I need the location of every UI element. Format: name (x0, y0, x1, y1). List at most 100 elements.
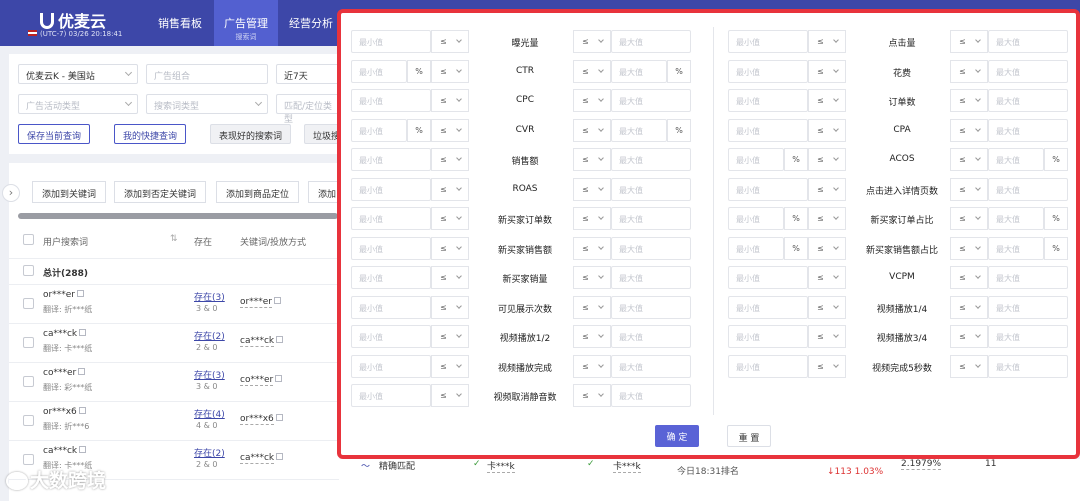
external-link-icon[interactable] (273, 297, 281, 304)
max-value-input[interactable]: 最大值 (988, 89, 1068, 112)
add-to-product-targeting-button[interactable]: 添加到商品定位 (216, 181, 300, 203)
max-value-input[interactable]: 最大值 (611, 354, 691, 378)
min-value-input[interactable]: 最小值 (351, 207, 431, 230)
nav-ad-management[interactable]: 广告管理 搜索词 (214, 0, 278, 46)
sort-icon[interactable]: ⇅ (170, 234, 178, 244)
external-link-icon[interactable] (276, 336, 284, 343)
max-value-input[interactable]: 最大值 (611, 236, 691, 260)
operator-select[interactable]: ≤ (573, 118, 611, 142)
search-term-cell[interactable]: co***er (43, 368, 86, 378)
min-value-input[interactable]: 最小值 (728, 118, 808, 142)
max-value-input[interactable]: 最大值 (611, 325, 691, 348)
min-value-input[interactable]: 最小值 (351, 59, 407, 83)
operator-select[interactable]: ≤ (950, 148, 988, 171)
operator-select[interactable]: ≤ (808, 236, 846, 260)
operator-select[interactable]: ≤ (431, 384, 469, 407)
operator-select[interactable]: ≤ (431, 295, 469, 319)
operator-select[interactable]: ≤ (808, 30, 846, 53)
match-type-select[interactable]: 匹配/定位类型 (276, 94, 346, 125)
min-value-input[interactable]: 最小值 (351, 89, 431, 112)
operator-select[interactable]: ≤ (573, 266, 611, 289)
exists-link[interactable]: 存在(2) (194, 446, 225, 459)
operator-select[interactable]: ≤ (573, 295, 611, 319)
operator-select[interactable]: ≤ (431, 266, 469, 289)
operator-select[interactable]: ≤ (808, 207, 846, 230)
trend-icon[interactable]: 〜 (361, 459, 370, 472)
max-value-input[interactable]: 最大值 (988, 30, 1068, 53)
min-value-input[interactable]: 最小值 (351, 325, 431, 348)
operator-select[interactable]: ≤ (573, 236, 611, 260)
operator-select[interactable]: ≤ (808, 59, 846, 83)
operator-select[interactable]: ≤ (431, 118, 469, 142)
operator-select[interactable]: ≤ (950, 30, 988, 53)
operator-select[interactable]: ≤ (573, 354, 611, 378)
operator-select[interactable]: ≤ (573, 325, 611, 348)
search-term-cell[interactable]: ca***ck (43, 446, 87, 456)
max-value-input[interactable]: 最大值 (988, 295, 1068, 319)
min-value-input[interactable]: 最小值 (351, 148, 431, 171)
max-value-input[interactable]: 最大值 (611, 59, 667, 83)
min-value-input[interactable]: 最小值 (728, 148, 784, 171)
operator-select[interactable]: ≤ (573, 59, 611, 83)
operator-select[interactable]: ≤ (431, 325, 469, 348)
max-value-input[interactable]: 最大值 (611, 384, 691, 407)
max-value-input[interactable]: 最大值 (988, 325, 1068, 348)
external-link-icon[interactable] (275, 375, 283, 382)
chevron-right-icon[interactable]: › (2, 184, 20, 202)
operator-select[interactable]: ≤ (950, 118, 988, 142)
external-link-icon[interactable] (78, 407, 86, 414)
max-value-input[interactable]: 最大值 (988, 236, 1044, 260)
min-value-input[interactable]: 最小值 (728, 207, 784, 230)
max-value-input[interactable]: 最大值 (611, 118, 667, 142)
operator-select[interactable]: ≤ (808, 325, 846, 348)
operator-select[interactable]: ≤ (808, 177, 846, 201)
select-all-checkbox[interactable] (23, 234, 34, 245)
min-value-input[interactable]: 最小值 (351, 118, 407, 142)
external-link-icon[interactable] (78, 368, 86, 375)
keyword-cell[interactable]: or***x6 (240, 414, 283, 425)
min-value-input[interactable]: 最小值 (728, 59, 808, 83)
operator-select[interactable]: ≤ (431, 89, 469, 112)
rank-cell[interactable]: 今日18:31排名 (677, 464, 739, 477)
operator-select[interactable]: ≤ (573, 148, 611, 171)
max-value-input[interactable]: 最大值 (988, 354, 1068, 378)
app-logo[interactable]: 优麦云 (40, 8, 106, 32)
exists-link[interactable]: 存在(3) (194, 290, 225, 303)
min-value-input[interactable]: 最小值 (728, 295, 808, 319)
operator-select[interactable]: ≤ (950, 207, 988, 230)
min-value-input[interactable]: 最小值 (351, 266, 431, 289)
max-value-input[interactable]: 最大值 (611, 295, 691, 319)
min-value-input[interactable]: 最小值 (728, 89, 808, 112)
add-to-negative-keyword-button[interactable]: 添加到否定关键词 (114, 181, 207, 203)
min-value-input[interactable]: 最小值 (728, 325, 808, 348)
operator-select[interactable]: ≤ (573, 177, 611, 201)
keyword-cell[interactable]: 卡***k (613, 459, 641, 473)
keyword-cell[interactable]: ca***ck (240, 453, 284, 464)
date-range-select[interactable]: 近7天 (276, 64, 346, 84)
min-value-input[interactable]: 最小值 (728, 266, 808, 289)
row-checkbox[interactable] (23, 415, 34, 426)
max-value-input[interactable]: 最大值 (988, 118, 1068, 142)
search-term-cell[interactable]: or***x6 (43, 407, 86, 417)
min-value-input[interactable]: 最小值 (351, 354, 431, 378)
keyword-cell[interactable]: 卡***k (487, 459, 515, 473)
operator-select[interactable]: ≤ (431, 59, 469, 83)
add-to-keyword-button[interactable]: 添加到关键词 (32, 181, 107, 203)
operator-select[interactable]: ≤ (573, 89, 611, 112)
ad-group-select[interactable]: 广告组合 (146, 64, 268, 84)
campaign-type-select[interactable]: 广告活动类型 (18, 94, 138, 114)
operator-select[interactable]: ≤ (808, 354, 846, 378)
operator-select[interactable]: ≤ (950, 236, 988, 260)
operator-select[interactable]: ≤ (808, 148, 846, 171)
operator-select[interactable]: ≤ (431, 236, 469, 260)
exists-link[interactable]: 存在(3) (194, 368, 225, 381)
min-value-input[interactable]: 最小值 (728, 354, 808, 378)
operator-select[interactable]: ≤ (573, 384, 611, 407)
min-value-input[interactable]: 最小值 (351, 295, 431, 319)
exists-link[interactable]: 存在(4) (194, 407, 225, 420)
good-terms-button[interactable]: 表现好的搜索词 (210, 124, 292, 144)
row-checkbox[interactable] (23, 376, 34, 387)
operator-select[interactable]: ≤ (950, 266, 988, 289)
search-term-cell[interactable]: ca***ck (43, 329, 87, 339)
row-checkbox[interactable] (23, 298, 34, 309)
